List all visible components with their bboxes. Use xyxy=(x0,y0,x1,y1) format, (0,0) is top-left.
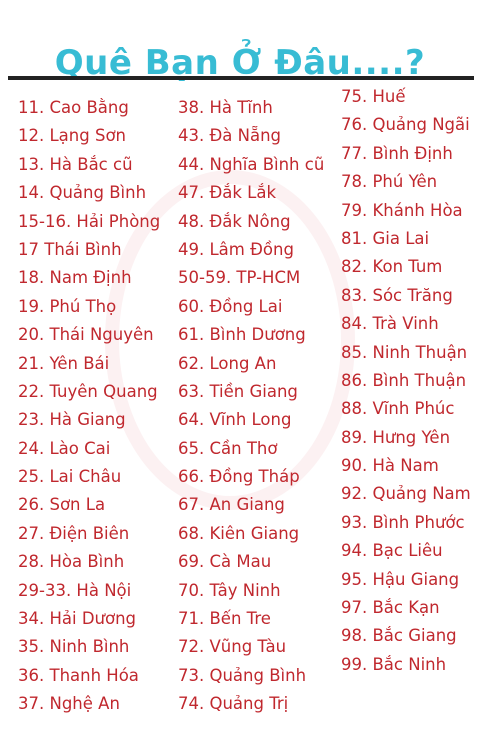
province-entry: 77. Bình Định xyxy=(341,143,453,163)
province-entry: 43. Đà Nẵng xyxy=(178,126,282,146)
province-entry: 69. Cà Mau xyxy=(178,552,272,572)
province-entry: 29-33. Hà Nội xyxy=(18,580,132,600)
province-entry: 94. Bạc Liêu xyxy=(341,541,443,561)
province-entry: 25. Lai Châu xyxy=(18,467,122,487)
province-entry: 95. Hậu Giang xyxy=(341,569,460,589)
province-entry: 36. Thanh Hóa xyxy=(18,665,139,685)
province-entry: 23. Hà Giang xyxy=(18,410,126,430)
province-entry: 83. Sóc Trăng xyxy=(341,285,453,305)
province-entry: 18. Nam Định xyxy=(18,268,132,288)
province-entry: 38. Hà Tĩnh xyxy=(178,98,273,117)
province-entry: 64. Vĩnh Long xyxy=(178,410,292,430)
province-column-2: 38. Hà Tĩnh 43. Đà Nẵng 44. Nghĩa Bình cũ 4… xyxy=(178,94,324,719)
province-column-1: 11. Cao Bằng 12. Lạng Sơn 13. Hà Bắc cũ 14.… xyxy=(18,94,160,719)
title-divider xyxy=(8,76,474,80)
province-entry: 60. Đồng Lai xyxy=(178,296,283,316)
province-entry: 37. Nghệ An xyxy=(18,694,120,714)
province-entry: 34. Hải Dương xyxy=(18,609,137,629)
province-entry: 81. Gia Lai xyxy=(341,228,430,248)
province-entry: 28. Hòa Bình xyxy=(18,552,125,572)
province-entry: 70. Tây Ninh xyxy=(178,580,281,600)
province-entry: 63. Tiền Giang xyxy=(178,381,298,401)
province-entry: 61. Bình Dương xyxy=(178,325,306,345)
province-entry: 82. Kon Tum xyxy=(341,257,443,277)
province-entry: 47. Đắk Lắk xyxy=(178,183,277,203)
province-entry: 89. Hưng Yên xyxy=(341,427,451,447)
province-entry: 49. Lâm Đồng xyxy=(178,239,294,259)
province-entry: 19. Phú Thọ xyxy=(18,296,117,316)
province-entry: 74. Quảng Trị xyxy=(178,694,289,714)
province-entry: 92. Quảng Nam xyxy=(341,484,471,504)
province-entry: 50-59. TP-HCM xyxy=(178,268,301,288)
province-entry: 79. Khánh Hòa xyxy=(341,200,463,220)
province-entry: 14. Quảng Bình xyxy=(18,183,147,203)
province-entry: 76. Quảng Ngãi xyxy=(341,115,470,135)
province-entry: 20. Thái Nguyên xyxy=(18,325,154,345)
province-entry: 62. Long An xyxy=(178,353,277,373)
province-entry: 73. Quảng Bình xyxy=(178,665,307,685)
province-entry: 66. Đồng Tháp xyxy=(178,467,300,487)
province-entry: 67. An Giang xyxy=(178,495,285,515)
province-entry: 22. Tuyên Quang xyxy=(18,381,158,401)
province-entry: 13. Hà Bắc cũ xyxy=(18,154,133,174)
province-entry: 48. Đắk Nông xyxy=(178,211,291,231)
province-entry: 21. Yên Bái xyxy=(18,353,110,373)
province-entry: 35. Ninh Bình xyxy=(18,637,130,657)
province-entry: 84. Trà Vinh xyxy=(341,314,439,334)
province-entry: 86. Bình Thuận xyxy=(341,370,467,390)
province-column-3: 75. Huế 76. Quảng Ngãi 77. Bình Định 78. Ph… xyxy=(341,83,471,679)
province-entry: 71. Bến Tre xyxy=(178,609,271,629)
province-entry: 88. Vĩnh Phúc xyxy=(341,399,455,419)
province-entry: 72. Vũng Tàu xyxy=(178,637,287,657)
province-entry: 15-16. Hải Phòng xyxy=(18,211,161,231)
province-entry: 75. Huế xyxy=(341,87,406,106)
province-entry: 11. Cao Bằng xyxy=(18,98,129,117)
province-entry: 26. Sơn La xyxy=(18,495,106,515)
province-entry: 97. Bắc Kạn xyxy=(341,598,440,618)
province-entry: 12. Lạng Sơn xyxy=(18,126,126,146)
province-entry: 65. Cần Thơ xyxy=(178,438,278,458)
province-entry: 99. Bắc Ninh xyxy=(341,654,447,674)
province-entry: 90. Hà Nam xyxy=(341,456,439,476)
province-entry: 78. Phú Yên xyxy=(341,172,438,192)
province-entry: 44. Nghĩa Bình cũ xyxy=(178,154,325,174)
province-entry: 98. Bắc Giang xyxy=(341,626,457,646)
province-entry: 68. Kiên Giang xyxy=(178,523,300,543)
province-entry: 93. Bình Phước xyxy=(341,512,465,532)
province-entry: 85. Ninh Thuận xyxy=(341,342,468,362)
province-entry: 24. Lào Cai xyxy=(18,438,111,458)
province-entry: 17 Thái Bình xyxy=(18,239,122,259)
province-entry: 27. Điện Biên xyxy=(18,523,130,543)
